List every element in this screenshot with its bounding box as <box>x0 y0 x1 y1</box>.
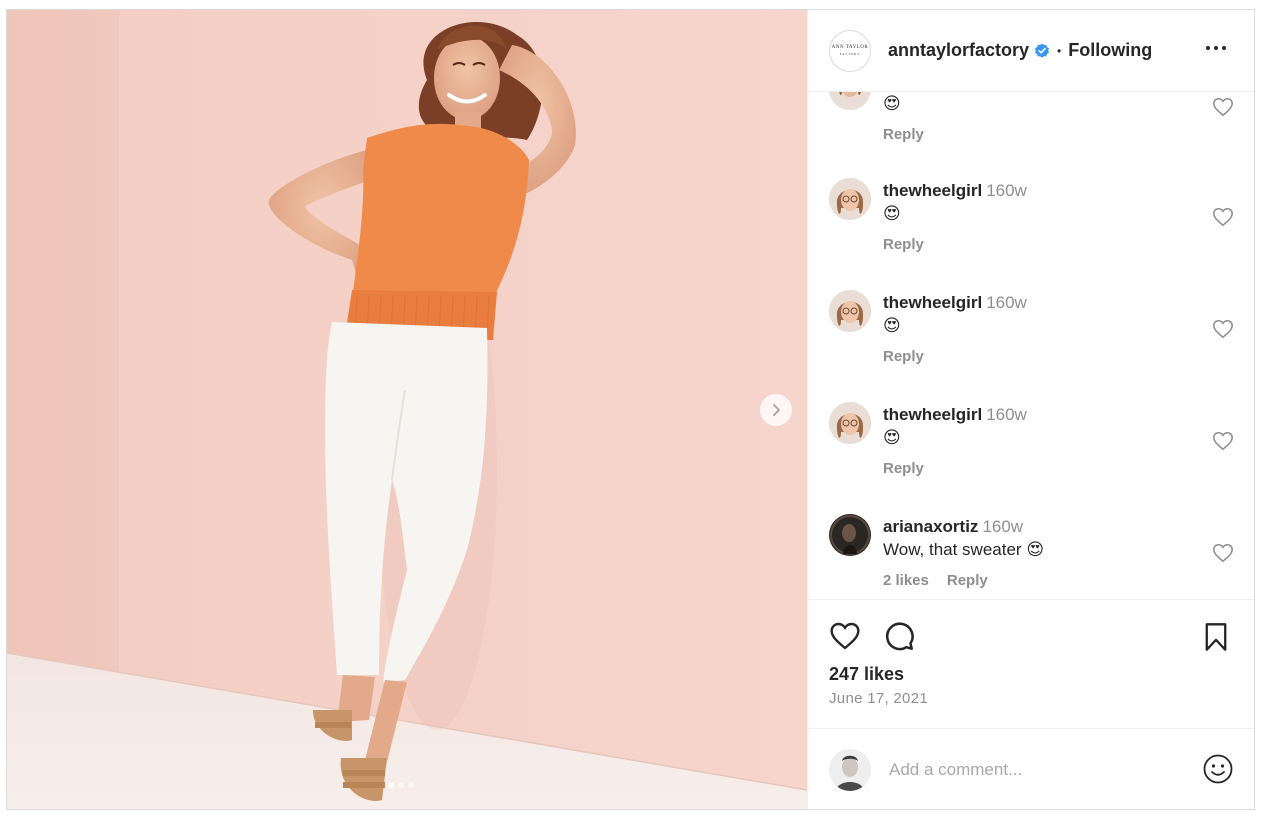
post-photo <box>7 10 807 809</box>
comment-header: thewheelgirl 160w <box>883 180 1203 202</box>
comment-meta: Reply <box>883 236 1203 253</box>
more-options-icon[interactable] <box>1206 46 1226 50</box>
post-actions: 247 likes June 17, 2021 <box>808 599 1254 809</box>
current-user-avatar <box>829 748 871 791</box>
comment-text: 😍 <box>883 202 1203 226</box>
commenter-username[interactable]: thewheelgirl <box>883 405 982 424</box>
commenter-username[interactable]: thewheelgirl <box>883 181 982 200</box>
heart-eyes-emoji: 😍 <box>1026 540 1045 559</box>
comment-meta: 2 likes Reply <box>883 572 1203 589</box>
reply-button[interactable]: Reply <box>883 460 924 477</box>
like-heart-icon[interactable] <box>829 620 861 652</box>
comment-text-content: Wow, that sweater <box>883 540 1022 559</box>
next-slide-button[interactable] <box>760 394 792 426</box>
brand-logo-text: ANN TAYLOR <box>831 44 869 50</box>
comment-time: 160w <box>982 517 1024 536</box>
carousel-indicator <box>388 782 414 788</box>
author-username[interactable]: anntaylorfactory <box>888 40 1029 61</box>
carousel-dot-active <box>388 782 394 788</box>
comment-text: Wow, that sweater 😍 <box>883 538 1203 562</box>
comment-likes-count[interactable]: 2 likes <box>883 572 929 589</box>
comment-time: 160w <box>986 405 1027 424</box>
comment-emoji: 😍 <box>883 204 901 223</box>
commenter-avatar[interactable] <box>829 290 871 332</box>
carousel-dot <box>408 782 414 788</box>
brand-logo: ANN TAYLOR FACTORY <box>832 45 868 57</box>
commenter-avatar[interactable] <box>829 92 871 110</box>
comment-header: thewheelgirl 160w <box>883 404 1203 426</box>
post-dialog: ANN TAYLOR FACTORY anntaylorfactory • Fo… <box>6 9 1255 810</box>
chevron-right-icon <box>773 404 780 416</box>
comment-emoji: 😍 <box>883 94 901 113</box>
comment-header: arianaxortiz 160w <box>883 516 1203 538</box>
reply-button[interactable]: Reply <box>883 126 924 143</box>
comment-text: 😍 <box>883 426 1203 450</box>
post-media[interactable] <box>7 10 807 809</box>
comment-header: thewheelgirl 160w <box>883 292 1203 314</box>
add-comment-bar <box>808 728 1254 809</box>
heart-icon[interactable] <box>1212 96 1234 118</box>
comment-meta: Reply <box>883 126 1203 143</box>
comment-meta: Reply <box>883 348 1203 365</box>
comment-body: 😍 Reply <box>883 92 1203 143</box>
heart-icon[interactable] <box>1212 206 1234 228</box>
carousel-dot <box>398 782 404 788</box>
post-side-panel: ANN TAYLOR FACTORY anntaylorfactory • Fo… <box>807 10 1254 809</box>
header-separator: • <box>1057 43 1062 58</box>
likes-count[interactable]: 247 likes <box>829 664 904 685</box>
comment-body: arianaxortiz 160w Wow, that sweater 😍 2 l… <box>883 516 1203 589</box>
comment-meta: Reply <box>883 460 1203 477</box>
commenter-avatar[interactable] <box>829 514 871 556</box>
comment-text: 😍 <box>883 92 1203 116</box>
heart-icon[interactable] <box>1212 430 1234 452</box>
reply-button[interactable]: Reply <box>947 572 988 589</box>
commenter-username[interactable]: arianaxortiz <box>883 517 978 536</box>
smiley-icon[interactable] <box>1202 753 1234 785</box>
comment-body: thewheelgirl 160w 😍 Reply <box>883 180 1203 253</box>
comment-body: thewheelgirl 160w 😍 Reply <box>883 292 1203 365</box>
heart-icon[interactable] <box>1212 318 1234 340</box>
comment-emoji: 😍 <box>883 428 901 447</box>
author-avatar[interactable]: ANN TAYLOR FACTORY <box>829 29 871 72</box>
comment-text: 😍 <box>883 314 1203 338</box>
comment-input[interactable] <box>889 759 1169 780</box>
commenter-avatar[interactable] <box>829 178 871 220</box>
comment-time: 160w <box>986 181 1027 200</box>
commenter-username[interactable]: thewheelgirl <box>883 293 982 312</box>
post-date: June 17, 2021 <box>829 690 928 707</box>
bookmark-icon[interactable] <box>1202 622 1230 652</box>
brand-logo-subtext: FACTORY <box>839 51 861 56</box>
post-header: ANN TAYLOR FACTORY anntaylorfactory • Fo… <box>808 10 1254 92</box>
heart-icon[interactable] <box>1212 542 1234 564</box>
comment-time: 160w <box>986 293 1027 312</box>
reply-button[interactable]: Reply <box>883 348 924 365</box>
verified-badge-icon <box>1034 43 1050 59</box>
comment-body: thewheelgirl 160w 😍 Reply <box>883 404 1203 477</box>
commenter-avatar[interactable] <box>829 402 871 444</box>
comment-bubble-icon[interactable] <box>883 620 915 652</box>
reply-button[interactable]: Reply <box>883 236 924 253</box>
comment-emoji: 😍 <box>883 316 901 335</box>
comments-list[interactable]: 😍 Reply thewheelgirl 160w 😍 Reply thewhe… <box>808 92 1254 599</box>
following-button[interactable]: Following <box>1068 40 1152 61</box>
